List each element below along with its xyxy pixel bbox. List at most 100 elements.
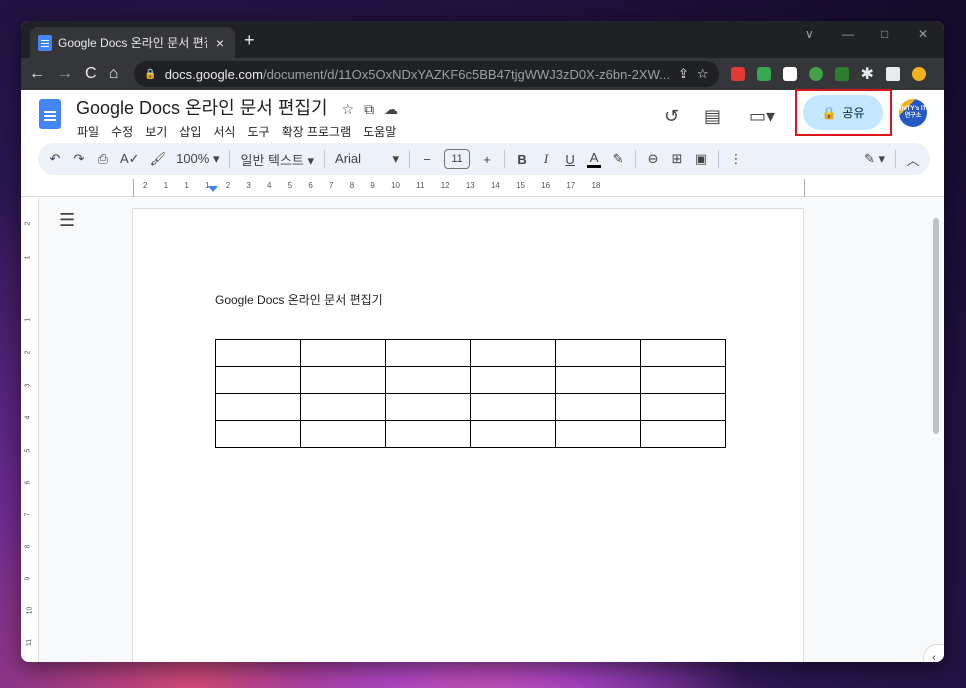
- style-select[interactable]: 일반 텍스트 ▾: [240, 150, 314, 169]
- side-panel-toggle-icon[interactable]: ‹: [923, 644, 944, 662]
- italic-icon[interactable]: I: [539, 151, 553, 167]
- table-cell[interactable]: [470, 420, 556, 448]
- document-page[interactable]: Google Docs 온라인 문서 편집기: [132, 208, 804, 662]
- document-title[interactable]: Google Docs 온라인 문서 편집기 ☆⧉☁: [76, 94, 408, 120]
- document-title-text[interactable]: Google Docs 온라인 문서 편집기: [76, 98, 328, 118]
- browser-menu-icon[interactable]: ⋮: [938, 64, 944, 84]
- menu-help[interactable]: 도움말: [363, 123, 396, 140]
- new-tab-button[interactable]: +: [244, 30, 255, 51]
- table-cell[interactable]: [385, 366, 471, 394]
- forward-icon[interactable]: →: [57, 65, 73, 83]
- vertical-ruler[interactable]: 2 1 1 2 3 4 5 6 7 8 9 10 11: [21, 198, 39, 662]
- divider: [718, 150, 720, 168]
- divider: [409, 150, 411, 168]
- bookmark-star-icon[interactable]: ☆: [697, 66, 709, 82]
- maximize-button[interactable]: □: [881, 27, 888, 41]
- address-bar[interactable]: 🔒 docs.google.com/document/d/11Ox5OxNDxY…: [134, 61, 719, 87]
- side-panel-icon[interactable]: [885, 67, 900, 81]
- table-cell[interactable]: [640, 420, 726, 448]
- meet-video-icon[interactable]: ▭▾: [749, 106, 775, 127]
- menu-edit[interactable]: 수정: [111, 123, 133, 140]
- table-cell[interactable]: [470, 339, 556, 367]
- comments-icon[interactable]: ▤: [704, 106, 721, 127]
- redo-icon[interactable]: ↷: [72, 151, 86, 167]
- more-tools-icon[interactable]: ⋮: [729, 151, 743, 167]
- undo-icon[interactable]: ↶: [48, 151, 62, 167]
- table-cell[interactable]: [215, 420, 301, 448]
- hide-menus-icon[interactable]: ︿: [906, 150, 920, 169]
- spellcheck-icon[interactable]: A✓: [120, 151, 140, 167]
- table-cell[interactable]: [555, 366, 641, 394]
- google-docs-logo-icon[interactable]: [39, 99, 61, 129]
- increase-font-size-button[interactable]: +: [480, 152, 494, 167]
- extension-shield-icon[interactable]: [834, 67, 849, 81]
- tab-close-icon[interactable]: ×: [213, 35, 227, 51]
- insert-image-icon[interactable]: ▣: [694, 151, 708, 167]
- version-history-icon[interactable]: ↺: [664, 106, 679, 127]
- menu-view[interactable]: 보기: [145, 123, 167, 140]
- menu-insert[interactable]: 삽입: [179, 123, 201, 140]
- highlight-color-icon[interactable]: ✎: [611, 151, 625, 167]
- tab-google-docs[interactable]: Google Docs 온라인 문서 편집기 ×: [30, 27, 235, 58]
- font-select[interactable]: Arial ▾: [335, 151, 399, 167]
- tab-search-icon[interactable]: ∨: [805, 27, 814, 41]
- table-cell[interactable]: [385, 339, 471, 367]
- move-folder-icon[interactable]: ⧉: [364, 101, 384, 117]
- table-cell[interactable]: [555, 339, 641, 367]
- share-button[interactable]: 🔒 공유: [803, 95, 883, 130]
- indent-marker-icon[interactable]: [208, 186, 218, 192]
- table-cell[interactable]: [470, 393, 556, 421]
- menu-extensions[interactable]: 확장 프로그램: [282, 123, 352, 140]
- paint-format-icon[interactable]: 🖌: [150, 151, 167, 167]
- home-icon[interactable]: ⌂: [109, 65, 119, 83]
- table-cell[interactable]: [215, 339, 301, 367]
- minimize-button[interactable]: —: [842, 27, 854, 41]
- star-icon[interactable]: ☆: [342, 101, 365, 117]
- avatar[interactable]: mITY's IT 연구소: [899, 99, 927, 127]
- table-cell[interactable]: [385, 393, 471, 421]
- table-cell[interactable]: [215, 366, 301, 394]
- cloud-saved-icon[interactable]: ☁: [384, 101, 408, 117]
- extension-download-icon[interactable]: [782, 67, 797, 81]
- menu-file[interactable]: 파일: [77, 123, 99, 140]
- document-outline-icon[interactable]: ☰: [59, 210, 75, 231]
- reload-icon[interactable]: C: [85, 65, 97, 83]
- menu-format[interactable]: 서식: [213, 123, 235, 140]
- close-window-button[interactable]: ✕: [918, 27, 928, 41]
- back-icon[interactable]: ←: [29, 65, 45, 83]
- table-cell[interactable]: [300, 339, 386, 367]
- bold-icon[interactable]: B: [515, 152, 529, 167]
- add-comment-icon[interactable]: ⊞: [670, 151, 684, 167]
- table-cell[interactable]: [300, 366, 386, 394]
- table-cell[interactable]: [300, 420, 386, 448]
- document-table[interactable]: [215, 339, 726, 448]
- decrease-font-size-button[interactable]: −: [420, 152, 434, 167]
- editing-mode-icon[interactable]: ✎ ▾: [864, 151, 885, 167]
- horizontal-ruler[interactable]: 2 1 1 1 2 3 4 5 6 7 8 9 10 11 12 13 14 1…: [21, 179, 944, 197]
- print-icon[interactable]: ⎙: [96, 151, 110, 167]
- profile-icon[interactable]: [911, 67, 926, 81]
- table-cell[interactable]: [215, 393, 301, 421]
- extensions-puzzle-icon[interactable]: ✱: [861, 64, 874, 84]
- table-cell[interactable]: [640, 393, 726, 421]
- vruler-number: 10: [26, 606, 34, 615]
- vertical-scrollbar[interactable]: [933, 218, 939, 434]
- font-size-input[interactable]: 11: [444, 149, 471, 169]
- extension-green-icon[interactable]: [756, 67, 771, 81]
- text-color-icon[interactable]: A: [587, 150, 602, 168]
- insert-link-icon[interactable]: ⊖: [646, 151, 660, 167]
- zoom-select[interactable]: 100% ▾: [176, 151, 219, 167]
- document-body-text[interactable]: Google Docs 온라인 문서 편집기: [215, 291, 383, 308]
- table-cell[interactable]: [555, 420, 641, 448]
- menu-tools[interactable]: 도구: [247, 123, 269, 140]
- table-cell[interactable]: [300, 393, 386, 421]
- extension-leaf-icon[interactable]: [808, 67, 823, 81]
- extension-red-icon[interactable]: [730, 67, 745, 81]
- table-cell[interactable]: [640, 366, 726, 394]
- table-cell[interactable]: [385, 420, 471, 448]
- share-page-icon[interactable]: ⇪: [678, 66, 689, 82]
- table-cell[interactable]: [640, 339, 726, 367]
- table-cell[interactable]: [470, 366, 556, 394]
- underline-icon[interactable]: U: [563, 152, 577, 167]
- table-cell[interactable]: [555, 393, 641, 421]
